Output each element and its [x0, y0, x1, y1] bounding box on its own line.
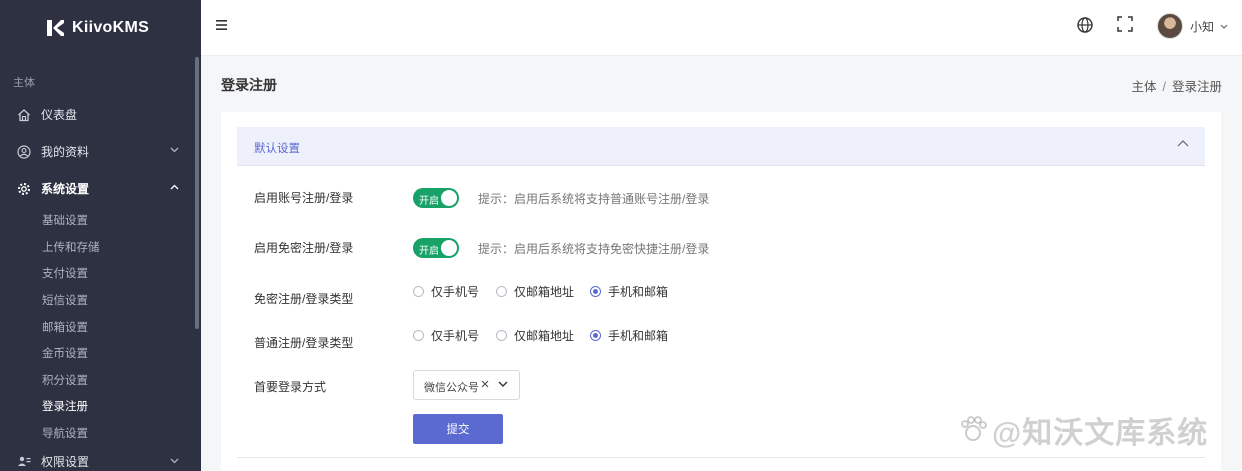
paw-icon: [961, 416, 987, 441]
user-circle-icon: [17, 144, 31, 159]
sidebar-subitem-email[interactable]: 邮箱设置: [0, 313, 201, 340]
radio-passwordless-email[interactable]: 仅邮箱地址: [496, 283, 574, 300]
watermark: @知沃文库系统: [958, 408, 1208, 452]
chevron-up-icon: [170, 184, 179, 190]
sidebar-subitem-sms[interactable]: 短信设置: [0, 287, 201, 314]
sidebar-item-label: 权限设置: [41, 454, 90, 469]
radio-label: 仅手机号: [431, 285, 480, 299]
sidebar: KiivoKMS 主体 仪表盘 我的资料 系统设置 基础设置 上传和存储 支付设…: [0, 0, 201, 471]
collapse-header-default-settings[interactable]: 默认设置: [237, 127, 1205, 166]
switch-text: 开启: [419, 196, 439, 207]
submit-button[interactable]: 提交: [413, 414, 503, 444]
sidebar-scrollbar[interactable]: [195, 57, 199, 329]
radio-normal-phone[interactable]: 仅手机号: [413, 327, 479, 344]
chevron-down-icon: [498, 381, 508, 387]
primary-method-select[interactable]: 微信公众号: [413, 370, 520, 400]
sidebar-subitem-coins[interactable]: 金币设置: [0, 340, 201, 367]
radio-dot: [496, 286, 507, 297]
sidebar-item-label: 仪表盘: [41, 108, 78, 122]
watermark-text: @知沃文库系统: [992, 417, 1209, 450]
radio-normal-email[interactable]: 仅邮箱地址: [496, 327, 574, 344]
chevron-up-icon: [1177, 140, 1189, 147]
sidebar-item-label: 我的资料: [41, 145, 90, 159]
label-passwordless-login: 启用免密注册/登录: [254, 241, 354, 255]
sidebar-item-label: 系统设置: [41, 182, 90, 196]
switch-knob: [441, 240, 457, 256]
sidebar-subitem-payment[interactable]: 支付设置: [0, 260, 201, 287]
select-value: 微信公众号: [424, 382, 479, 394]
chevron-down-icon: [1220, 24, 1228, 29]
hint-passwordless-login: 提示：启用后系统将支持免密快捷注册/登录: [478, 242, 710, 256]
breadcrumb-item-root[interactable]: 主体: [1131, 80, 1156, 94]
users-icon: [17, 454, 31, 468]
globe-icon[interactable]: [1076, 16, 1094, 34]
sidebar-item-system-settings[interactable]: 系统设置: [0, 170, 201, 207]
sidebar-subitem-basic[interactable]: 基础设置: [0, 207, 201, 234]
switch-passwordless-login[interactable]: 开启: [413, 238, 459, 258]
user-menu[interactable]: 小知: [1157, 13, 1228, 39]
radio-label: 仅手机号: [431, 329, 480, 343]
page-title: 登录注册: [221, 77, 277, 93]
sidebar-subitem-login-register[interactable]: 登录注册: [0, 393, 201, 420]
brand[interactable]: KiivoKMS: [0, 0, 201, 56]
radio-passwordless-phone[interactable]: 仅手机号: [413, 283, 479, 300]
radio-label: 仅邮箱地址: [514, 285, 575, 299]
radio-dot: [590, 330, 601, 341]
sidebar-subitem-points[interactable]: 积分设置: [0, 367, 201, 394]
radio-normal-both[interactable]: 手机和邮箱: [590, 327, 668, 344]
sidebar-item-dashboard[interactable]: 仪表盘: [0, 96, 201, 133]
radio-label: 仅邮箱地址: [514, 329, 575, 343]
radio-dot: [413, 286, 424, 297]
chevron-down-icon: [170, 147, 179, 153]
fullscreen-icon[interactable]: [1117, 16, 1133, 32]
radio-passwordless-both[interactable]: 手机和邮箱: [590, 283, 668, 300]
sidebar-item-permissions[interactable]: 权限设置: [0, 446, 201, 471]
label-account-login: 启用账号注册/登录: [254, 191, 354, 205]
close-icon[interactable]: [480, 379, 490, 389]
switch-account-login[interactable]: 开启: [413, 188, 459, 208]
username: 小知: [1190, 19, 1215, 34]
avatar: [1157, 13, 1183, 39]
breadcrumb: 主体 / 登录注册: [1131, 76, 1222, 95]
brand-name: KiivoKMS: [72, 19, 150, 36]
gear-icon: [17, 182, 31, 196]
label-passwordless-type: 免密注册/登录类型: [254, 292, 354, 306]
collapse-title: 默认设置: [254, 143, 300, 155]
hint-account-login: 提示：启用后系统将支持普通账号注册/登录: [478, 192, 710, 206]
radio-dot: [496, 330, 507, 341]
chevron-down-icon: [170, 458, 179, 464]
radio-dot: [590, 286, 601, 297]
sidebar-section-label: 主体: [13, 77, 35, 89]
divider: [237, 457, 1205, 458]
breadcrumb-item-current: 登录注册: [1171, 80, 1222, 94]
radio-label: 手机和邮箱: [608, 285, 669, 299]
sidebar-subitem-upload-storage[interactable]: 上传和存储: [0, 234, 201, 261]
sidebar-subitem-navigation[interactable]: 导航设置: [0, 420, 201, 447]
switch-knob: [441, 190, 457, 206]
label-normal-type: 普通注册/登录类型: [254, 336, 354, 350]
brand-logo-icon: [47, 20, 64, 36]
breadcrumb-separator: /: [1162, 80, 1166, 94]
menu-toggle-icon[interactable]: [215, 19, 229, 31]
home-icon: [17, 108, 31, 122]
switch-text: 开启: [419, 246, 439, 257]
radio-label: 手机和邮箱: [608, 329, 669, 343]
label-primary-method: 首要登录方式: [254, 380, 327, 394]
topbar: 小知: [201, 0, 1242, 56]
sidebar-item-profile[interactable]: 我的资料: [0, 133, 201, 170]
radio-dot: [413, 330, 424, 341]
